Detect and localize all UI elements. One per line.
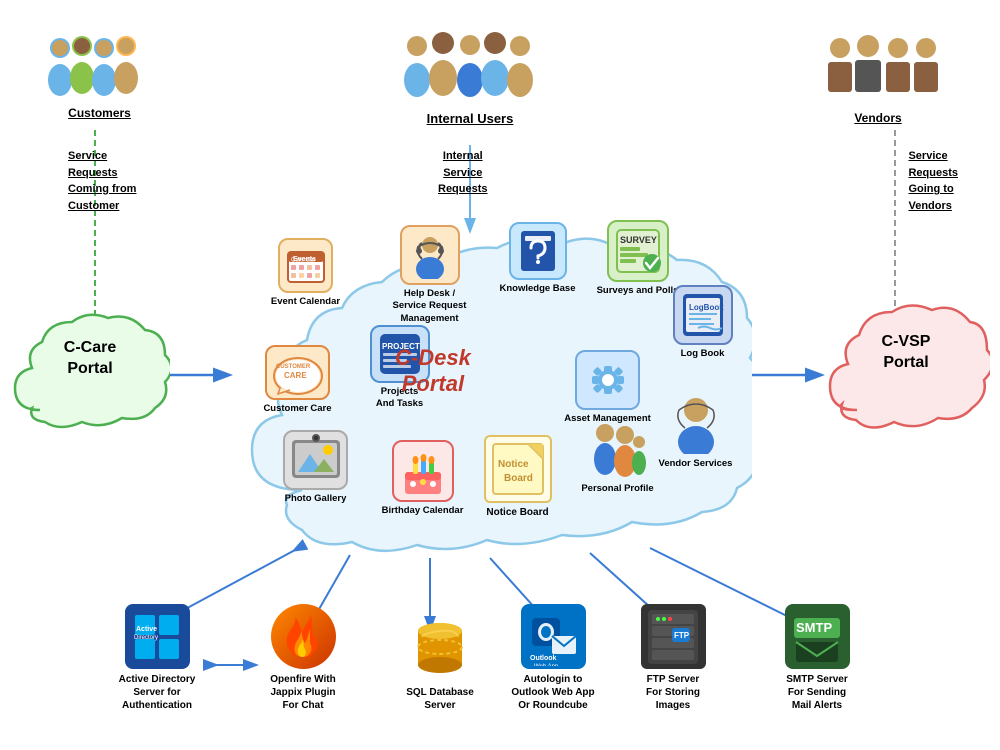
cvsp-label: C-VSPPortal (834, 332, 978, 374)
integration-openfire: Openfire WithJappix PluginFor Chat (248, 604, 358, 712)
ccare-label: C-CarePortal (22, 338, 158, 380)
central-title: C-DeskPortal (395, 345, 471, 398)
notice-board-label: Notice Board (486, 506, 548, 519)
svg-text:Directory: Directory (134, 635, 158, 641)
openfire-label: Openfire WithJappix PluginFor Chat (270, 673, 335, 712)
ftp-label: FTP ServerFor StoringImages (646, 673, 700, 712)
internal-users-group: Internal Users (395, 28, 545, 126)
vendors-label: Vendors (854, 111, 901, 125)
diagram-container: Customers ServiceRequestsComing fromCust… (0, 0, 1000, 750)
integration-active-directory: Active Directory Active DirectoryServer … (102, 604, 212, 712)
customers-side-label: ServiceRequestsComing fromCustomer (68, 148, 136, 214)
svg-text:Notice: Notice (498, 459, 529, 470)
birthday-calendar-label: Birthday Calendar (382, 505, 464, 517)
svg-text:FTP: FTP (674, 631, 690, 640)
svg-text:SMTP: SMTP (796, 620, 832, 635)
knowledge-base-label: Knowledge Base (499, 283, 575, 295)
svg-text:Outlook: Outlook (530, 655, 557, 662)
integration-sql: SQL DatabaseServer (385, 617, 495, 712)
internal-service-label: InternalServiceRequests (438, 148, 488, 198)
svg-text:Active: Active (136, 626, 157, 633)
event-calendar-label: Event Calendar (271, 296, 340, 308)
customers-label: Customers (68, 106, 131, 120)
module-helpdesk: Help Desk /Service RequestManagement (382, 225, 477, 325)
module-logbook: LogBook Log Book (655, 285, 750, 360)
module-notice-board: Notice Board Notice Board (470, 435, 565, 519)
svg-text:LogBook: LogBook (689, 303, 724, 312)
active-directory-label: Active DirectoryServer forAuthentication (119, 673, 196, 712)
helpdesk-label: Help Desk /Service RequestManagement (393, 288, 467, 325)
internal-users-label: Internal Users (427, 111, 514, 126)
personal-profile-label: Personal Profile (581, 483, 653, 495)
customer-care-label: Customer Care (263, 403, 331, 415)
autologin-label: Autologin toOutlook Web AppOr Roundcube (511, 673, 594, 712)
svg-text:SURVEY: SURVEY (620, 235, 657, 245)
module-event-calendar: Events Calendar Event Calendar (258, 238, 353, 308)
integration-autologin: Outlook Web App Autologin toOutlook Web … (498, 604, 608, 712)
smtp-label: SMTP ServerFor SendingMail Alerts (786, 673, 848, 712)
module-photo-gallery: Photo Gallery (268, 430, 363, 505)
svg-text:Calendar: Calendar (291, 257, 315, 263)
vendors-icon (818, 30, 938, 100)
customers-icon (42, 30, 157, 100)
ccare-portal: C-CarePortal (10, 310, 170, 445)
vendor-services-label: Vendor Services (659, 458, 733, 470)
module-customer-care: CUSTOMER CARE Customer Care (250, 345, 345, 415)
internal-users-icon (395, 28, 545, 100)
customers-group: Customers (42, 30, 157, 120)
svg-text:CUSTOMER: CUSTOMER (276, 364, 311, 370)
cvsp-portal: C-VSPPortal (822, 300, 990, 445)
integration-ftp: FTP FTP ServerFor StoringImages (618, 604, 728, 712)
svg-text:CARE: CARE (284, 371, 307, 380)
module-personal-profile: Personal Profile (570, 415, 665, 495)
photo-gallery-label: Photo Gallery (285, 493, 347, 505)
integration-smtp: SMTP SMTP ServerFor SendingMail Alerts (762, 604, 872, 712)
vendors-side-label: ServiceRequestsGoing toVendors (908, 148, 958, 214)
logbook-label: Log Book (681, 348, 725, 360)
module-birthday-calendar: Birthday Calendar (375, 440, 470, 517)
vendors-group: Vendors (818, 30, 938, 125)
module-knowledge-base: Knowledge Base (490, 222, 585, 295)
svg-text:Web App: Web App (534, 664, 559, 666)
sql-label: SQL DatabaseServer (406, 686, 474, 712)
svg-text:Board: Board (504, 473, 533, 484)
